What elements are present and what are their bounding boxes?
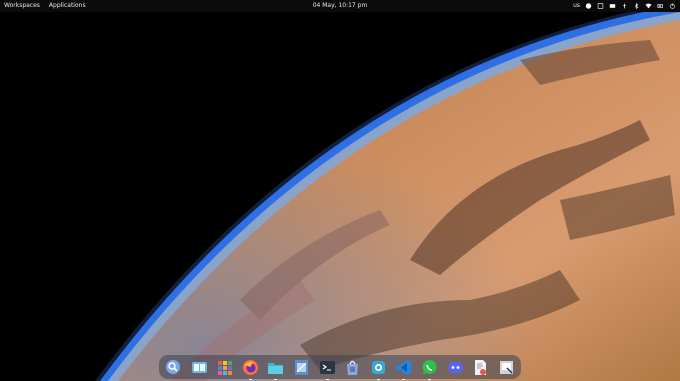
running-indicator [274,378,278,380]
dock-terminal-icon[interactable] [319,359,336,380]
dock-store-icon[interactable] [344,359,361,376]
dock-search-app-icon[interactable] [165,359,182,376]
clock[interactable]: 04 May, 10:17 pm [313,2,368,9]
dock-app-grid-icon[interactable] [216,359,233,376]
running-indicator [428,378,432,380]
wifi-icon[interactable] [645,3,652,9]
applications-button[interactable]: Applications [49,0,86,12]
keyboard-layout-indicator[interactable]: us [573,0,580,12]
dock-workspaces-app-icon[interactable] [191,359,208,376]
dock-text-editor-icon[interactable] [293,359,310,376]
top-panel: Workspaces Applications 04 May, 10:17 pm… [0,0,680,12]
dock-vscode-icon[interactable] [395,359,412,380]
desktop-wallpaper [0,0,680,381]
bluetooth-icon[interactable] [633,3,640,9]
dock-screenshot-tool-icon[interactable] [498,359,515,376]
status-circle-icon[interactable] [585,3,592,9]
running-indicator [248,378,252,380]
dock [159,355,521,380]
screen-record-icon[interactable] [609,3,616,9]
app-indicator-icon[interactable] [597,3,604,9]
usb-icon[interactable] [621,3,628,9]
power-icon[interactable] [669,3,676,9]
dock-discord-icon[interactable] [447,359,464,376]
dock-firefox-icon[interactable] [242,359,259,380]
running-indicator [376,378,380,380]
dock-whatsapp-icon[interactable] [421,359,438,380]
dock-bottles-icon[interactable] [370,359,387,380]
dock-document-viewer-icon[interactable] [472,359,489,376]
workspaces-button[interactable]: Workspaces [4,0,40,12]
dock-files-icon[interactable] [267,359,284,380]
battery-icon[interactable] [657,3,664,9]
running-indicator [325,378,329,380]
